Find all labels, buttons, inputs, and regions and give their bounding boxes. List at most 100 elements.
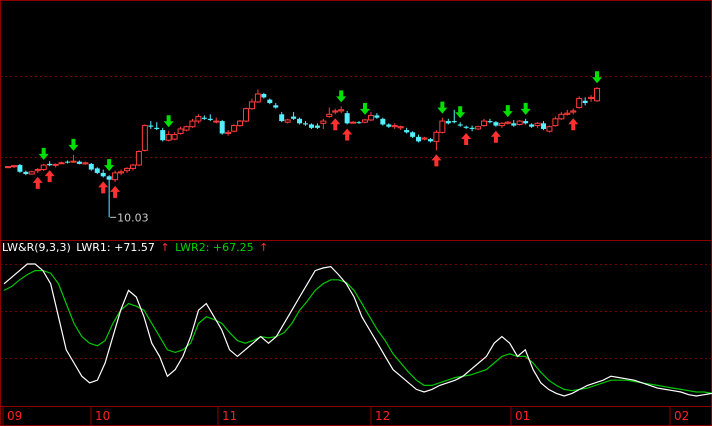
candle-body	[10, 165, 17, 168]
candle-body	[124, 167, 130, 172]
stock-chart[interactable]: 10.03 09 10 11 12 01 02	[0, 0, 712, 426]
candle-body	[427, 139, 433, 142]
candle-body	[254, 93, 261, 103]
candle-body	[529, 124, 535, 127]
candle-body	[70, 160, 77, 163]
candle-body	[177, 128, 184, 134]
candle-body	[546, 126, 553, 132]
candle-body	[511, 123, 517, 126]
candle-body	[445, 121, 451, 124]
candle-body	[421, 137, 428, 140]
candle-body	[160, 130, 166, 141]
candle-body	[28, 171, 35, 175]
candle-body	[237, 120, 244, 127]
candle-body	[570, 110, 577, 113]
candle-body	[231, 125, 238, 132]
candle-body	[386, 124, 392, 127]
candle-body	[374, 115, 380, 118]
candle-body	[367, 114, 374, 121]
candle-body	[106, 176, 112, 180]
x-axis-label-09: 09	[7, 409, 22, 423]
candle-body	[213, 120, 220, 123]
candle-body	[308, 124, 314, 128]
candle-body	[225, 131, 232, 134]
lwr2-value: LWR2: +67.25	[175, 241, 254, 254]
candle-body	[129, 164, 136, 169]
low-price-label: 10.03	[117, 211, 148, 224]
candle-body	[273, 105, 279, 108]
candle-body	[451, 121, 457, 123]
candle-body	[498, 122, 505, 127]
candle-body	[362, 119, 368, 123]
candle-body	[58, 162, 65, 165]
candle-body	[52, 163, 59, 166]
candle-body	[219, 121, 225, 134]
chart-background	[0, 0, 712, 426]
candle-body	[141, 125, 148, 151]
candle-body	[82, 162, 89, 165]
candle-body	[303, 123, 308, 125]
candle-body	[516, 120, 523, 125]
candle-body	[248, 101, 255, 110]
lwr1-value: LWR1: +71.57	[76, 241, 155, 254]
x-axis-label-02: 02	[674, 409, 689, 423]
candle-body	[112, 172, 119, 181]
x-axis-label-10: 10	[95, 409, 110, 423]
candle-body	[76, 161, 82, 164]
candle-body	[267, 99, 273, 104]
candle-body	[320, 120, 327, 124]
candle-body	[391, 125, 398, 128]
candle-body	[314, 125, 320, 128]
candle-body	[344, 113, 350, 124]
candle-body	[338, 109, 345, 112]
candle-body	[594, 87, 601, 102]
candle-body	[397, 126, 404, 129]
candle-body	[582, 100, 588, 104]
candle-body	[183, 126, 190, 131]
candle-body	[171, 134, 178, 140]
candle-body	[297, 118, 303, 124]
candle-body	[279, 114, 285, 122]
candle-body	[552, 118, 559, 127]
lwr2-up-arrow-icon: ↑	[259, 241, 269, 254]
candle-body	[475, 126, 482, 130]
candle-body	[416, 136, 422, 142]
candle-body	[463, 126, 469, 128]
candle-body	[23, 171, 29, 175]
candle-body	[154, 127, 160, 129]
candle-body	[504, 121, 511, 124]
candle-body	[243, 108, 249, 122]
candle-body	[94, 168, 100, 173]
candle-body	[17, 165, 23, 172]
candle-body	[433, 131, 440, 142]
candle-body	[284, 119, 291, 123]
candle-body	[534, 122, 541, 127]
candle-body	[558, 113, 565, 120]
candle-body	[189, 120, 196, 128]
candle-body	[350, 121, 357, 124]
x-axis-label-12: 12	[375, 409, 390, 423]
candle-body	[326, 113, 333, 118]
candle-body	[487, 121, 493, 123]
candle-body	[135, 151, 142, 166]
candle-body	[5, 166, 11, 169]
candle-body	[40, 164, 47, 171]
candle-body	[481, 120, 487, 127]
candle-body	[404, 130, 410, 133]
candle-body	[165, 134, 172, 141]
candle-body	[34, 169, 41, 172]
candle-body	[576, 98, 583, 109]
candle-body	[291, 116, 297, 119]
candle-body	[261, 94, 267, 98]
candle-body	[469, 127, 475, 129]
candle-body	[148, 125, 154, 127]
candle-body	[493, 122, 499, 126]
candle-body	[439, 120, 446, 133]
indicator-legend: LW&R(9,3,3) LWR1: +71.57 ↑ LWR2: +67.25 …	[2, 241, 270, 255]
candle-body	[88, 163, 94, 170]
candle-body	[195, 116, 202, 122]
candle-body	[457, 124, 463, 126]
candle-body	[410, 132, 416, 137]
candle-body	[100, 172, 106, 177]
candle-body	[332, 110, 339, 113]
